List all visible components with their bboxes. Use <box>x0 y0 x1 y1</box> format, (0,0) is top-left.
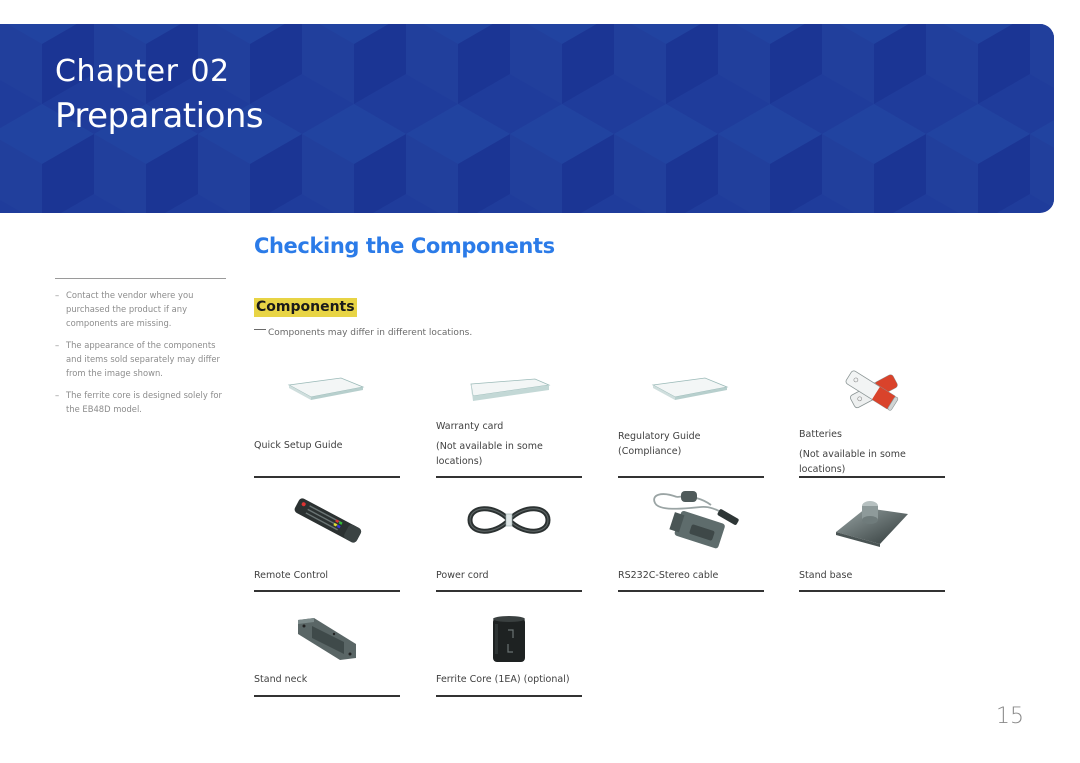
chapter-word: Chapter <box>55 54 179 89</box>
chapter-number: 02 <box>190 54 230 89</box>
item-divider <box>254 476 400 478</box>
component-label: RS232C-Stereo cable <box>618 570 719 581</box>
item-divider <box>618 590 764 592</box>
ferrite-core-icon <box>436 605 582 675</box>
dash-bullet-icon: – <box>55 390 60 400</box>
stand-base-icon <box>799 485 945 555</box>
sidebar-notes: – Contact the vendor where you purchased … <box>55 288 227 424</box>
sidebar-note: – The ferrite core is designed solely for… <box>55 388 227 416</box>
component-label: Stand base <box>799 570 853 581</box>
chapter-title: Preparations <box>55 96 264 136</box>
component-label: Warranty card (Not available in some loca… <box>436 419 586 469</box>
note-marker-icon <box>254 329 266 330</box>
component-label: Power cord <box>436 570 489 581</box>
sidebar-divider <box>55 278 226 279</box>
page-number: 15 <box>996 704 1024 729</box>
batteries-icon <box>799 355 945 425</box>
regulatory-guide-icon <box>618 355 764 425</box>
component-label: Batteries (Not available in some location… <box>799 427 949 477</box>
sidebar-note-text: The appearance of the components and ite… <box>66 340 220 378</box>
section-heading: Checking the Components <box>254 234 555 258</box>
component-label: Remote Control <box>254 570 329 581</box>
chapter-banner: Chapter 02 Preparations <box>0 24 1054 213</box>
sidebar-note-text: The ferrite core is designed solely for … <box>66 390 223 414</box>
component-label: Stand neck <box>254 674 308 685</box>
item-divider <box>799 476 945 478</box>
rs232c-cable-icon <box>618 481 764 559</box>
components-note: Components may differ in different locat… <box>254 328 472 338</box>
item-divider <box>254 695 400 697</box>
dash-bullet-icon: – <box>55 290 60 300</box>
item-divider <box>254 590 400 592</box>
remote-control-icon <box>254 485 400 555</box>
sidebar-note: – The appearance of the components and it… <box>55 338 227 380</box>
component-label: Ferrite Core (1EA) (optional) <box>436 674 570 685</box>
component-label: Regulatory Guide (Compliance) <box>618 431 701 457</box>
item-divider <box>436 476 582 478</box>
components-note-text: Components may differ in different locat… <box>268 328 473 338</box>
item-divider <box>436 590 582 592</box>
item-divider <box>618 476 764 478</box>
item-divider <box>436 695 582 697</box>
power-cord-icon <box>436 485 582 555</box>
component-sublabel: (Not available in some locations) <box>436 441 543 467</box>
component-label-text: Warranty card <box>436 421 504 432</box>
sidebar-note: – Contact the vendor where you purchased … <box>55 288 227 330</box>
component-sublabel: (Not available in some locations) <box>799 449 906 475</box>
sidebar-note-text: Contact the vendor where you purchased t… <box>66 290 194 328</box>
booklet-icon <box>254 355 400 425</box>
dash-bullet-icon: – <box>55 340 60 350</box>
chapter-label: Chapter 02 <box>55 54 230 89</box>
warranty-card-icon <box>436 355 582 425</box>
item-divider <box>799 590 945 592</box>
component-label: Quick Setup Guide <box>254 440 343 451</box>
stand-neck-icon <box>254 605 400 675</box>
component-label-text: Batteries <box>799 429 842 440</box>
subsection-heading: Components <box>254 298 357 317</box>
